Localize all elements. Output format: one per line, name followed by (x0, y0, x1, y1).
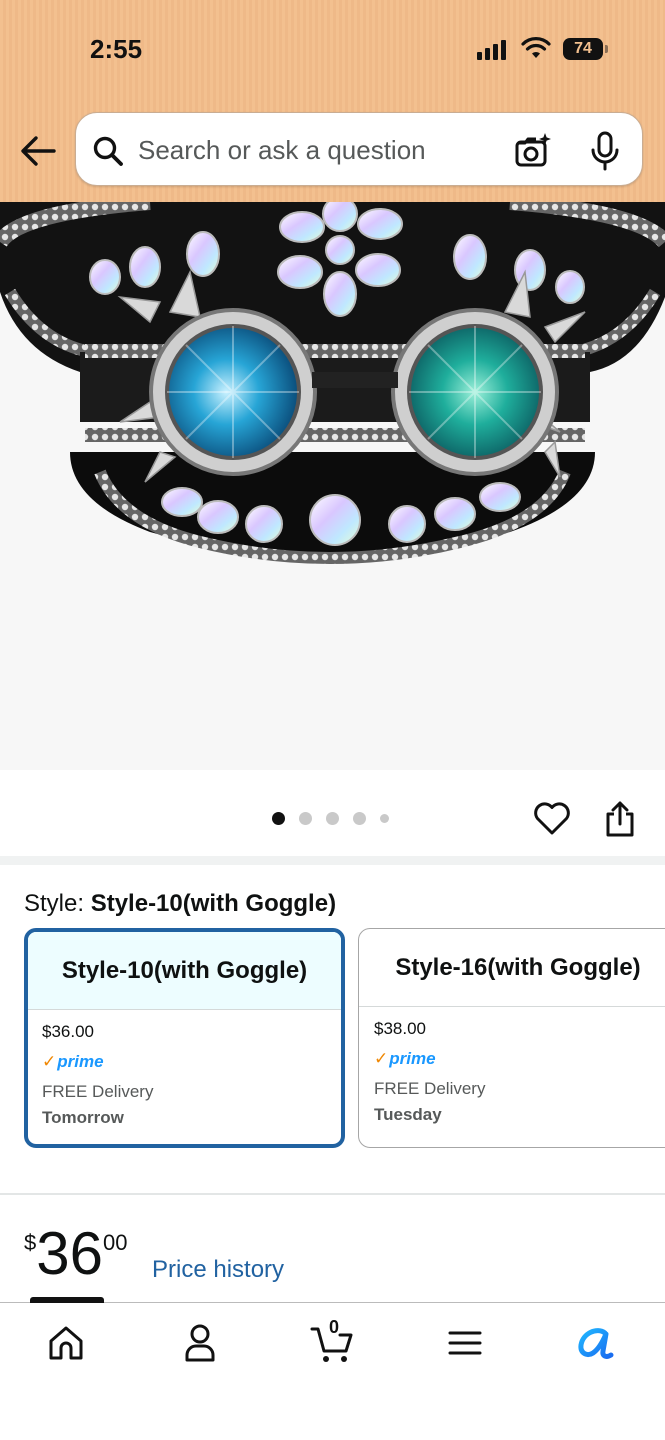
price-history-link[interactable]: Price history (152, 1256, 284, 1284)
prime-label: prime (57, 1052, 104, 1071)
image-controls (0, 770, 665, 858)
prime-check-icon: ✓ (42, 1052, 57, 1071)
style-option-style-10[interactable]: Style-10(with Goggle) $36.00 ✓ prime FRE… (24, 928, 345, 1148)
style-option-name: Style-10(with Goggle) (28, 932, 341, 1010)
prime-badge: ✓ prime (42, 1052, 341, 1072)
delivery-text: FREE Delivery (374, 1079, 486, 1098)
price-fraction: 00 (103, 1230, 128, 1255)
price-divider (0, 1193, 665, 1195)
prime-label: prime (389, 1049, 436, 1068)
battery-indicator: 74 (563, 38, 603, 60)
product-price: $ 36 00 (24, 1222, 127, 1286)
delivery-day: Tuesday (374, 1105, 442, 1124)
person-icon (185, 1324, 215, 1362)
pagination-dot-5[interactable] (380, 814, 389, 823)
section-divider (0, 856, 665, 865)
status-bar: 2:55 74 (0, 0, 665, 100)
search-icon (93, 136, 123, 166)
style-option-price: $36.00 (42, 1022, 94, 1041)
camera-icon[interactable] (514, 131, 552, 169)
nav-cart[interactable]: 0 (310, 1317, 354, 1365)
delivery-text: FREE Delivery (42, 1082, 154, 1101)
delivery-day: Tomorrow (42, 1108, 124, 1127)
pagination-dot-2[interactable] (299, 812, 312, 825)
menu-icon (448, 1331, 482, 1355)
pagination-dot-3[interactable] (326, 812, 339, 825)
header: 2:55 74 (0, 0, 665, 202)
style-label: Style: Style-10(with Goggle) (24, 890, 336, 918)
nav-home[interactable] (44, 1321, 88, 1365)
bottom-nav: 0 (0, 1297, 665, 1440)
microphone-icon[interactable] (590, 131, 620, 171)
back-arrow-icon[interactable] (18, 133, 58, 169)
share-icon[interactable] (604, 800, 636, 838)
image-pagination[interactable] (272, 812, 389, 825)
cart-count: 0 (328, 1317, 339, 1337)
assistant-icon (578, 1328, 614, 1359)
prime-badge: ✓ prime (374, 1049, 665, 1069)
pagination-dot-4[interactable] (353, 812, 366, 825)
search-bar[interactable] (75, 112, 643, 186)
wifi-icon (521, 37, 551, 58)
prime-check-icon: ✓ (374, 1049, 389, 1068)
product-image[interactable] (0, 202, 665, 770)
nav-account[interactable] (178, 1321, 222, 1365)
style-option-style-16[interactable]: Style-16(with Goggle) $38.00 ✓ prime FRE… (358, 928, 665, 1148)
search-input[interactable] (138, 131, 478, 169)
nav-menu[interactable] (443, 1321, 487, 1365)
signal-icon (477, 38, 506, 60)
style-option-name: Style-16(with Goggle) (359, 929, 665, 1007)
heart-icon[interactable] (533, 800, 571, 836)
nav-assistant[interactable] (574, 1321, 618, 1365)
style-label-prefix: Style: (24, 890, 85, 917)
nav-active-indicator (30, 1297, 104, 1303)
home-icon (49, 1326, 83, 1360)
style-option-price: $38.00 (374, 1019, 426, 1038)
status-time: 2:55 (90, 34, 143, 64)
pagination-dot-1[interactable] (272, 812, 285, 825)
hat-illustration (0, 202, 665, 564)
battery-tip (605, 45, 608, 53)
price-whole: 36 (36, 1220, 103, 1287)
style-selected-value: Style-10(with Goggle) (90, 890, 337, 917)
price-symbol: $ (24, 1230, 37, 1255)
